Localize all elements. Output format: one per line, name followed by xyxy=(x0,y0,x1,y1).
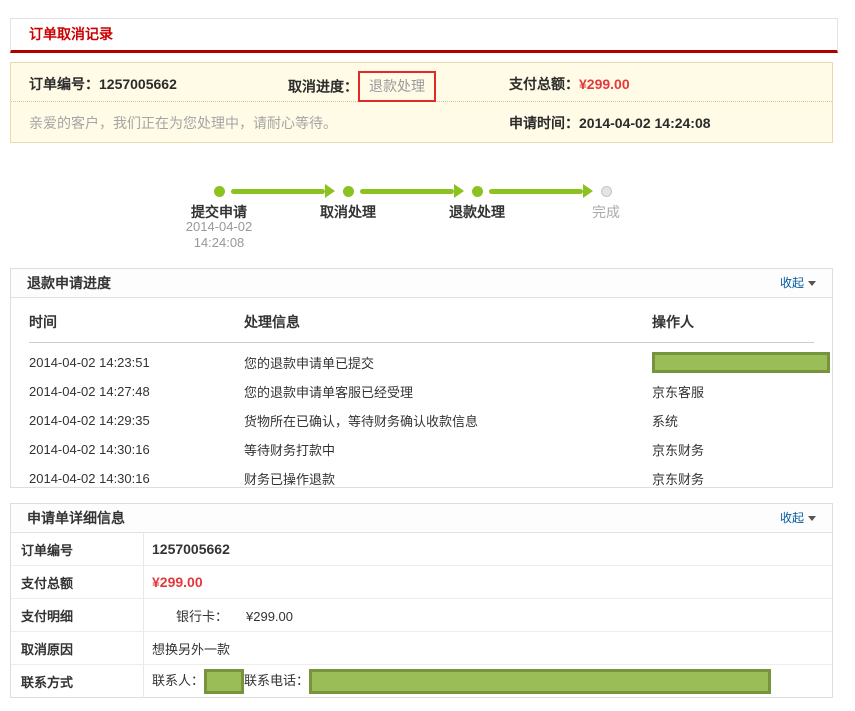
cell-info: 您的退款申请单客服已经受理 xyxy=(244,385,414,400)
table-row: 2014-04-02 14:29:35 货物所在已确认，等待财务确认收款信息 系统 xyxy=(29,406,814,435)
timeline-step-label: 完成 xyxy=(592,204,620,220)
column-header-operator: 操作人 xyxy=(652,314,694,330)
cell-time: 2014-04-02 14:27:48 xyxy=(29,384,150,399)
detail-row-pay-total: 支付总额 ¥299.00 xyxy=(11,566,832,599)
pay-total-field: 支付总额：¥299.00 xyxy=(509,74,630,94)
order-number-value: 1257005662 xyxy=(99,76,177,92)
summary-row-bottom: 亲爱的客户，我们正在为您处理中，请耐心等待。 申请时间：2014-04-02 1… xyxy=(11,102,832,142)
cancel-progress-field: 取消进度： 退款处理 xyxy=(288,71,436,102)
detail-row-contact: 联系方式 联系人： 联系电话： xyxy=(11,665,832,698)
timeline-step-label: 提交申请 xyxy=(191,204,247,220)
table-row: 2014-04-02 14:23:51 您的退款申请单已提交 xyxy=(29,348,830,377)
contact-phone-label: 联系电话： xyxy=(244,672,310,688)
redacted-contact-phone xyxy=(309,669,772,694)
pay-total-value: ¥299.00 xyxy=(579,76,630,92)
timeline-arrow xyxy=(231,189,325,194)
breakdown-method-label: 银行卡： xyxy=(176,608,229,624)
order-summary-box: 订单编号：1257005662 取消进度： 退款处理 支付总额：¥299.00 亲… xyxy=(10,62,833,143)
page-title: 订单取消记录 xyxy=(29,26,113,42)
apply-time-field: 申请时间：2014-04-02 14:24:08 xyxy=(509,113,711,133)
detail-total-label: 支付总额 xyxy=(11,566,144,598)
breakdown-amount: ¥299.00 xyxy=(246,608,294,624)
order-number-field: 订单编号：1257005662 xyxy=(29,74,177,94)
timeline-arrow-head-icon xyxy=(325,184,335,198)
cancel-progress-highlighted-value: 退款处理 xyxy=(358,71,436,102)
cell-time: 2014-04-02 14:30:16 xyxy=(29,471,150,486)
processing-notice: 亲爱的客户，我们正在为您处理中，请耐心等待。 xyxy=(29,115,337,131)
apply-time-label: 申请时间： xyxy=(509,115,579,131)
summary-row-top: 订单编号：1257005662 取消进度： 退款处理 支付总额：¥299.00 xyxy=(11,63,832,102)
redacted-operator xyxy=(652,352,830,373)
detail-reason-value: 想换另外一款 xyxy=(152,641,231,657)
refund-progress-section: 收起 退款申请进度 时间 处理信息 操作人 2014-04-02 14:23:5… xyxy=(10,268,833,488)
cell-operator: 京东客服 xyxy=(652,385,705,400)
detail-contact-label: 联系方式 xyxy=(11,665,144,698)
refund-progress-table: 时间 处理信息 操作人 2014-04-02 14:23:51 您的退款申请单已提… xyxy=(11,298,832,493)
column-header-info: 处理信息 xyxy=(244,314,300,330)
refund-progress-title: 退款申请进度 xyxy=(27,275,111,291)
cell-operator: 京东财务 xyxy=(652,472,705,487)
timeline-arrow xyxy=(360,189,454,194)
apply-time-value: 2014-04-02 14:24:08 xyxy=(579,115,711,131)
timeline-arrow-head-icon xyxy=(454,184,464,198)
order-number-label: 订单编号： xyxy=(29,76,99,92)
detail-order-value: 1257005662 xyxy=(152,541,230,557)
table-header-row: 时间 处理信息 操作人 xyxy=(29,298,814,343)
collapse-detail-label: 收起 xyxy=(779,511,804,525)
cell-info: 您的退款申请单已提交 xyxy=(244,356,375,371)
cell-operator: 系统 xyxy=(652,414,679,429)
table-row: 2014-04-02 14:30:16 财务已操作退款 京东财务 xyxy=(29,464,814,493)
detail-row-cancel-reason: 取消原因 想换另外一款 xyxy=(11,632,832,665)
cell-time: 2014-04-02 14:23:51 xyxy=(29,355,150,370)
timeline-step-label: 退款处理 xyxy=(449,204,505,220)
application-detail-header: 收起 申请单详细信息 xyxy=(11,504,832,533)
timeline-arrow xyxy=(489,189,583,194)
cancel-progress-label: 取消进度： xyxy=(288,78,358,95)
cell-operator xyxy=(652,352,830,373)
collapse-progress-link[interactable]: 收起 xyxy=(780,269,816,298)
caret-down-icon xyxy=(808,281,816,287)
table-row: 2014-04-02 14:27:48 您的退款申请单客服已经受理 京东客服 xyxy=(29,377,814,406)
column-header-time: 时间 xyxy=(29,314,57,330)
refund-progress-header: 收起 退款申请进度 xyxy=(11,269,832,298)
caret-down-icon xyxy=(808,516,816,522)
detail-reason-label: 取消原因 xyxy=(11,632,144,664)
detail-row-order-number: 订单编号 1257005662 xyxy=(11,533,832,566)
collapse-detail-link[interactable]: 收起 xyxy=(780,504,816,533)
detail-order-label: 订单编号 xyxy=(11,533,144,565)
timeline-dot xyxy=(214,186,225,197)
progress-rows: 2014-04-02 14:23:51 您的退款申请单已提交 2014-04-02 … xyxy=(29,348,830,493)
cell-operator: 京东财务 xyxy=(652,443,705,458)
page-title-box: 订单取消记录 xyxy=(10,18,838,53)
cell-info: 财务已操作退款 xyxy=(244,472,336,487)
timeline-dot xyxy=(472,186,483,197)
cell-time: 2014-04-02 14:29:35 xyxy=(29,413,150,428)
detail-row-pay-breakdown: 支付明细 银行卡： ¥299.00 xyxy=(11,599,832,632)
timeline-arrow-head-icon xyxy=(583,184,593,198)
application-detail-title: 申请单详细信息 xyxy=(27,510,125,526)
detail-breakdown-label: 支付明细 xyxy=(11,599,144,631)
timeline-dot xyxy=(601,186,612,197)
timeline-step-date: 2014-04-02 14:24:08 xyxy=(185,219,253,250)
timeline-dot xyxy=(343,186,354,197)
cell-time: 2014-04-02 14:30:16 xyxy=(29,442,150,457)
cell-info: 等待财务打款中 xyxy=(244,443,336,458)
application-detail-section: 收起 申请单详细信息 订单编号 1257005662 支付总额 ¥299.00 … xyxy=(10,503,833,698)
pay-total-label: 支付总额： xyxy=(509,76,579,92)
contact-person-label: 联系人： xyxy=(152,672,205,688)
timeline-step-label: 取消处理 xyxy=(320,204,376,220)
collapse-progress-label: 收起 xyxy=(779,276,804,290)
cell-info: 货物所在已确认，等待财务确认收款信息 xyxy=(244,414,479,429)
redacted-contact-name xyxy=(204,669,245,694)
detail-total-value: ¥299.00 xyxy=(152,574,203,590)
table-row: 2014-04-02 14:30:16 等待财务打款中 京东财务 xyxy=(29,435,814,464)
